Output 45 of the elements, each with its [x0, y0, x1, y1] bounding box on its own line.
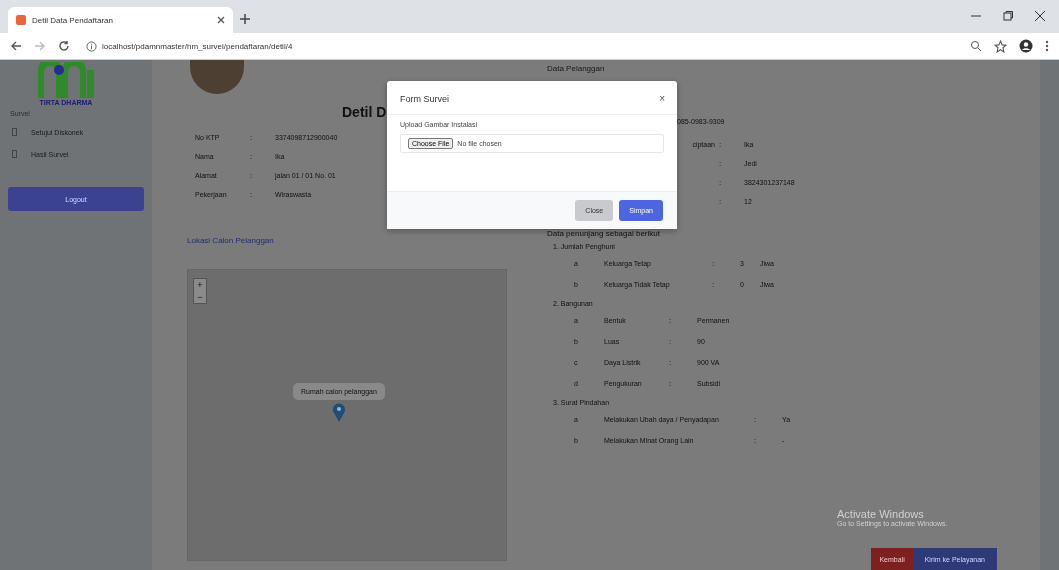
address-text[interactable]: localhost/pdamnmaster/hm_survei/pendaftaran/detil/4	[102, 41, 293, 51]
colon: :	[754, 436, 758, 445]
account-icon[interactable]	[1019, 39, 1033, 53]
colon: :	[669, 358, 673, 367]
section-title: Data Pelanggan	[547, 64, 606, 73]
browser-tab[interactable]: Detil Data Pendaftaran	[8, 7, 233, 33]
back-icon[interactable]	[10, 40, 22, 52]
colon: :	[669, 379, 673, 388]
colon: :	[250, 133, 254, 142]
colon: :	[250, 190, 254, 199]
page-icon	[16, 15, 26, 25]
item-icon	[12, 150, 17, 158]
logo-icon	[35, 62, 97, 98]
restore-icon[interactable]	[1003, 11, 1013, 21]
colon: :	[250, 152, 254, 161]
colon: :	[754, 415, 758, 424]
map-pin-icon[interactable]	[331, 402, 346, 422]
section-title: Data penunjang sebagai berikut	[547, 229, 661, 238]
page-title: Detil D	[342, 104, 388, 120]
menu-icon[interactable]	[1045, 40, 1049, 52]
info-icon[interactable]	[86, 40, 97, 52]
scrollbar[interactable]	[1040, 60, 1059, 570]
modal-title: Form Survei	[400, 93, 449, 104]
close-icon[interactable]	[217, 16, 225, 24]
new-tab-icon[interactable]	[239, 13, 251, 25]
tab-title: Detil Data Pendaftaran	[32, 15, 114, 25]
colon: :	[669, 316, 673, 325]
colon: :	[712, 259, 716, 268]
zoom-out-button[interactable]: −	[194, 291, 206, 303]
colon: :	[719, 159, 723, 168]
reload-icon[interactable]	[58, 40, 70, 52]
colon: :	[719, 140, 723, 149]
avatar	[190, 60, 244, 94]
close-icon[interactable]	[1035, 11, 1045, 21]
zoom-in-button[interactable]: +	[194, 279, 206, 291]
zoom-icon[interactable]	[970, 40, 982, 52]
colon: :	[669, 337, 673, 346]
colon: :	[712, 280, 716, 289]
colon: :	[719, 197, 723, 206]
activation-title: Activate Windows	[837, 508, 925, 520]
star-icon[interactable]	[994, 39, 1007, 53]
colon: :	[250, 171, 254, 180]
item-icon	[12, 128, 17, 136]
close-button[interactable]: ×	[659, 93, 665, 104]
colon: :	[719, 178, 723, 187]
